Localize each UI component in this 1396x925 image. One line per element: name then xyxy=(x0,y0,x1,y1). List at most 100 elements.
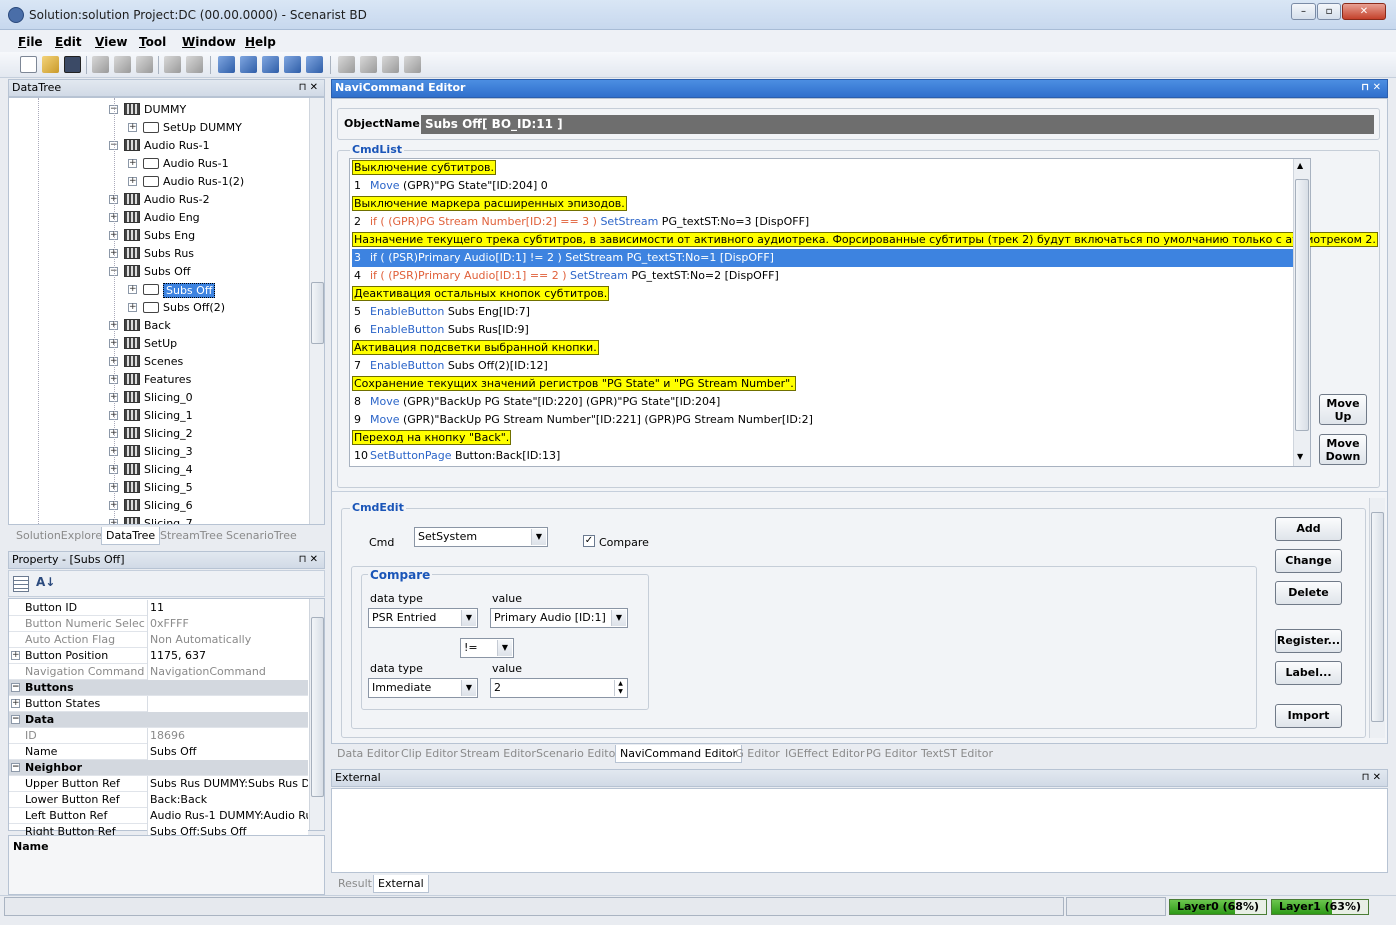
compare-checkbox[interactable]: ✓ xyxy=(583,535,595,547)
tree-item[interactable]: + Subs Eng xyxy=(9,227,309,245)
property-row[interactable]: Name Subs Off xyxy=(9,744,308,760)
command-row[interactable]: 4 if ( (PSR)Primary Audio[ID:1] == 2 ) Se… xyxy=(352,267,1293,285)
command-row[interactable]: 7 EnableButton Subs Off(2)[ID:12] xyxy=(352,357,1293,375)
command-comment[interactable]: Переход на кнопку "Back". xyxy=(352,429,1293,447)
tree-item[interactable]: + Slicing_2 xyxy=(9,425,309,443)
tree-item[interactable]: + Features xyxy=(9,371,309,389)
operator-select[interactable]: != ▼ xyxy=(460,638,514,658)
command-row[interactable]: 3 if ( (PSR)Primary Audio[ID:1] != 2 ) Se… xyxy=(352,249,1293,267)
new-file-icon[interactable] xyxy=(20,56,37,73)
tree-item[interactable]: + Audio Rus-2 xyxy=(9,191,309,209)
menu-help[interactable]: Help xyxy=(245,35,276,49)
tree-item[interactable]: − DUMMY xyxy=(9,101,309,119)
tab-result[interactable]: Result xyxy=(334,875,376,892)
verify-icon[interactable] xyxy=(240,56,257,73)
editor-pin-icon[interactable]: ⊓ ✕ xyxy=(1361,82,1381,93)
property-value[interactable]: Back:Back xyxy=(147,792,308,808)
datatype2-select[interactable]: Immediate ▼ xyxy=(368,678,478,698)
property-row[interactable]: Button ID 11 xyxy=(9,600,308,616)
tab-data-editor[interactable]: Data Editor xyxy=(333,745,403,762)
command-comment[interactable]: Деактивация остальных кнопок субтитров. xyxy=(352,285,1293,303)
property-category[interactable]: − Neighbor xyxy=(9,760,308,776)
property-row[interactable]: Left Button Ref Audio Rus-1 DUMMY:Audio R… xyxy=(9,808,308,824)
property-row[interactable]: Button Numeric Select Value0xFFFF xyxy=(9,616,308,632)
tab-scenario-editor[interactable]: Scenario Editor xyxy=(532,745,624,762)
property-value[interactable]: Subs Off xyxy=(147,744,308,760)
menu-tool[interactable]: Tool xyxy=(139,35,166,49)
cmdlist-scrollbar[interactable]: ▲ ▼ xyxy=(1293,159,1310,466)
tree-item[interactable]: + Slicing_4 xyxy=(9,461,309,479)
tree-item[interactable]: + Subs Rus xyxy=(9,245,309,263)
cmdlist-scroll-thumb[interactable] xyxy=(1295,179,1309,431)
tab-navicommand-editor[interactable]: NaviCommand Editor xyxy=(615,745,743,763)
datatree-scroll-thumb[interactable] xyxy=(311,282,324,344)
command-row[interactable]: 10 SetButtonPage Button:Back[ID:13] xyxy=(352,447,1293,465)
paste-icon[interactable] xyxy=(136,56,153,73)
tree-item[interactable]: + SetUp xyxy=(9,335,309,353)
collapse-icon[interactable]: − xyxy=(11,763,20,772)
external-pin-icon[interactable]: ⊓ ✕ xyxy=(1362,772,1381,783)
property-value[interactable]: Subs Off:Subs Off xyxy=(147,824,308,840)
property-category[interactable]: − Data xyxy=(9,712,308,728)
menu-window[interactable]: Window xyxy=(182,35,236,49)
command-row[interactable]: 1 Move (GPR)"PG State"[ID:204] 0 xyxy=(352,177,1293,195)
tab-scenariotree[interactable]: ScenarioTree xyxy=(222,527,301,544)
property-value[interactable]: 0xFFFF xyxy=(147,616,308,632)
tree-item[interactable]: + Slicing_0 xyxy=(9,389,309,407)
minimize-button[interactable]: – xyxy=(1291,3,1316,20)
property-value[interactable]: NavigationCommand xyxy=(147,664,308,680)
property-value[interactable]: Non Automatically xyxy=(147,632,308,648)
tab-streamtree[interactable]: StreamTree xyxy=(156,527,227,544)
tree-item[interactable]: + SetUp DUMMY xyxy=(9,119,309,137)
chevron-down-icon[interactable]: ▼ xyxy=(531,529,546,545)
expand-icon[interactable]: + xyxy=(128,123,137,132)
command-row[interactable]: 5 EnableButton Subs Eng[ID:7] xyxy=(352,303,1293,321)
change-button[interactable]: Change xyxy=(1275,549,1342,573)
expand-icon[interactable]: + xyxy=(128,285,137,294)
layout-icon[interactable] xyxy=(338,56,355,73)
property-scroll-thumb[interactable] xyxy=(311,617,324,797)
menu-view[interactable]: View xyxy=(95,35,127,49)
tab-textst-editor[interactable]: TextST Editor xyxy=(917,745,997,762)
redo-icon[interactable] xyxy=(186,56,203,73)
expand-icon[interactable]: + xyxy=(11,651,20,660)
tree-item[interactable]: − Subs Off xyxy=(9,263,309,281)
maximize-button[interactable]: ▫ xyxy=(1317,3,1341,20)
command-row[interactable]: 6 EnableButton Subs Rus[ID:9] xyxy=(352,321,1293,339)
command-row[interactable]: 9 Move (GPR)"BackUp PG Stream Number"[ID:… xyxy=(352,411,1293,429)
move-down-button[interactable]: Move Down xyxy=(1319,434,1367,465)
property-row[interactable]: ID 18696 xyxy=(9,728,308,744)
value1-select[interactable]: Primary Audio [ID:1] ▼ xyxy=(490,608,628,628)
property-row[interactable]: + Button States xyxy=(9,696,308,712)
format-icon[interactable] xyxy=(306,56,323,73)
property-value[interactable]: 18696 xyxy=(147,728,308,744)
chevron-down-icon[interactable]: ▼ xyxy=(611,610,626,626)
tree-item[interactable]: + Audio Rus-1 xyxy=(9,155,309,173)
property-row[interactable]: Lower Button Ref Back:Back xyxy=(9,792,308,808)
command-row[interactable]: 2 if ( (GPR)PG Stream Number[ID:2] == 3 )… xyxy=(352,213,1293,231)
tree-item[interactable]: + Audio Rus-1(2) xyxy=(9,173,309,191)
tab-stream-editor[interactable]: Stream Editor xyxy=(456,745,540,762)
expand-icon[interactable]: + xyxy=(11,699,20,708)
property-value[interactable]: Subs Rus DUMMY:Subs Rus DUMMY xyxy=(147,776,308,792)
layout-edit-icon[interactable] xyxy=(382,56,399,73)
spin-icon[interactable]: ▲ ▼ xyxy=(614,680,626,696)
mux-icon[interactable] xyxy=(262,56,279,73)
tab-solutionexplorer[interactable]: SolutionExplorer xyxy=(12,527,111,544)
tab-pg-editor[interactable]: PG Editor xyxy=(862,745,921,762)
cmd-select[interactable]: SetSystem ▼ xyxy=(414,527,548,547)
close-button[interactable]: ✕ xyxy=(1342,3,1386,20)
tab-clip-editor[interactable]: Clip Editor xyxy=(397,745,462,762)
register-button[interactable]: Register... xyxy=(1275,629,1342,653)
import-button[interactable]: Import xyxy=(1275,704,1342,728)
tree-item[interactable]: + Slicing_5 xyxy=(9,479,309,497)
property-value[interactable]: 1175, 637 xyxy=(147,648,308,664)
tree-item[interactable]: − Audio Rus-1 xyxy=(9,137,309,155)
tab-igeffect-editor[interactable]: IGEffect Editor xyxy=(781,745,868,762)
open-folder-icon[interactable] xyxy=(42,56,59,73)
move-up-button[interactable]: Move Up xyxy=(1319,394,1367,425)
collapse-icon[interactable]: − xyxy=(11,683,20,692)
scroll-up-icon[interactable]: ▲ xyxy=(1297,161,1303,170)
cut-icon[interactable] xyxy=(92,56,109,73)
tab-ig-editor[interactable]: IG Editor xyxy=(728,745,784,762)
